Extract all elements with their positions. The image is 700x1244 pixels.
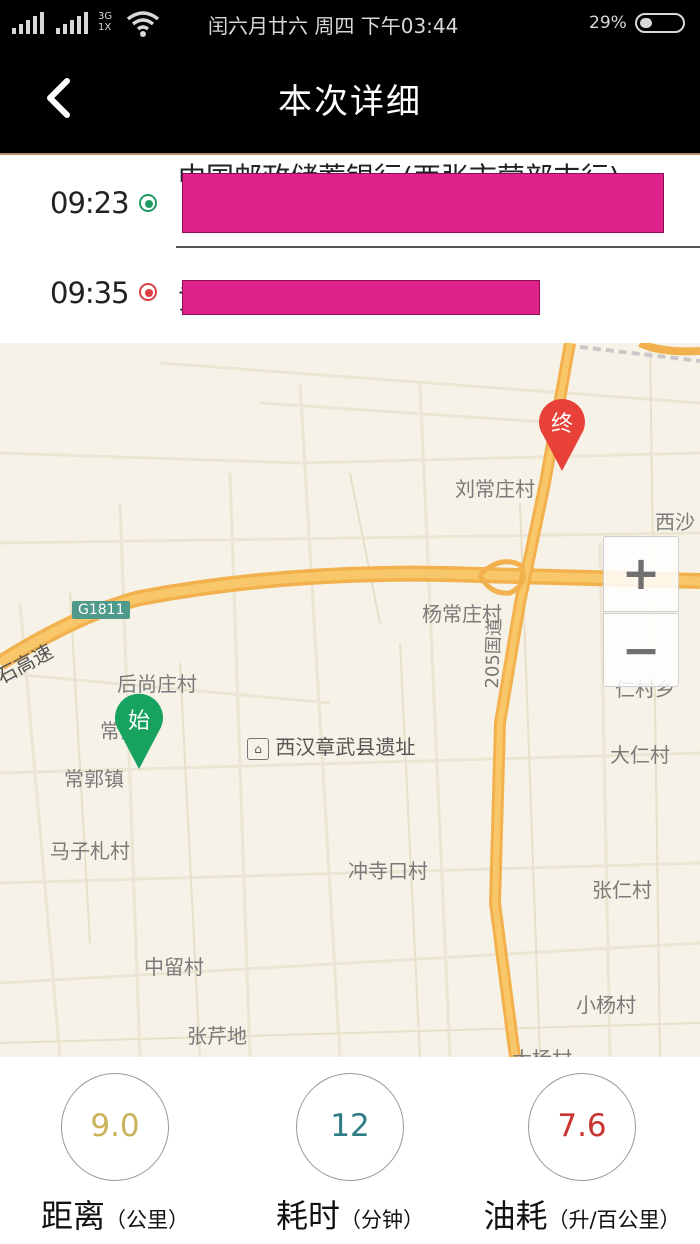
place-label: 大杨村 [512, 1043, 572, 1057]
battery-percent: 29% [589, 13, 627, 33]
row-divider [176, 246, 700, 248]
place-label: 张仁村 [592, 878, 652, 902]
end-dot-icon [139, 283, 157, 301]
minus-icon: − [621, 623, 661, 677]
place-label: 西沙 [655, 510, 695, 534]
poi-label[interactable]: ⌂ 西汉章武县遗址 [247, 731, 415, 760]
place-label: 中留村 [144, 955, 204, 979]
duration-label: 耗时（分钟） [275, 1197, 424, 1235]
redaction-block [182, 280, 540, 315]
signal-icon-secondary [56, 12, 88, 34]
status-datetime: 闰六月廿六 周四 下午03:44 [208, 14, 459, 38]
museum-icon: ⌂ [247, 737, 269, 760]
place-label: 马子札村 [50, 839, 130, 863]
end-pin-label: 终 [550, 412, 573, 437]
road-label: 205国道 [481, 617, 506, 689]
end-pin-icon[interactable]: 终 [537, 395, 587, 473]
network-type: 3G 1X [98, 11, 113, 33]
distance-value: 9.0 [90, 1108, 140, 1144]
distance-label: 距离（公里） [40, 1197, 189, 1235]
wifi-icon [126, 11, 160, 37]
stat-duration: 12 耗时（分钟） [240, 1073, 460, 1243]
place-label: 刘常庄村 [455, 477, 535, 501]
route-panel: 09:23 中国邮政储蓄银行(西张市营部支行) 09:35 黄 [0, 155, 700, 343]
route-end-row[interactable]: 09:35 黄 [0, 250, 700, 342]
start-time: 09:23 [50, 186, 130, 220]
stat-fuel: 7.6 油耗（升/百公里） [472, 1073, 692, 1243]
redaction-block [182, 173, 664, 233]
zoom-in-button[interactable]: + [603, 536, 679, 612]
battery-icon [635, 13, 685, 33]
fuel-label: 油耗（升/百公里） [483, 1197, 681, 1235]
stat-circle: 9.0 [61, 1073, 169, 1181]
highway-shield: G1811 [72, 601, 131, 619]
start-dot-icon [139, 194, 157, 212]
map-roads [0, 343, 700, 1057]
page-title: 本次详细 [278, 82, 422, 122]
trip-stats: 9.0 距离（公里） 12 耗时（分钟） 7.6 油耗（升/百公里） [0, 1057, 700, 1244]
place-label: 张芹地 [187, 1024, 247, 1048]
route-map[interactable]: 刘常庄村 西沙 杨常庄村 G1811 石高速 后尚庄村 常乡 常郭镇 ⌂ 西汉章… [0, 343, 700, 1057]
stat-circle: 12 [296, 1073, 404, 1181]
place-label: 大仁村 [610, 743, 670, 767]
place-label: 冲寺口村 [348, 859, 428, 883]
route-start-row[interactable]: 09:23 中国邮政储蓄银行(西张市营部支行) [0, 155, 700, 248]
start-pin-label: 始 [127, 709, 150, 734]
signal-icon [12, 12, 44, 34]
nav-bar: 本次详细 [0, 50, 700, 153]
zoom-out-button[interactable]: − [603, 613, 679, 687]
duration-value: 12 [330, 1108, 370, 1144]
stat-circle: 7.6 [528, 1073, 636, 1181]
start-pin-icon[interactable]: 始 [113, 691, 165, 771]
plus-icon: + [621, 546, 661, 600]
stat-distance: 9.0 距离（公里） [5, 1073, 225, 1243]
place-label: 小杨村 [576, 993, 636, 1017]
status-bar: 3G 1X 闰六月廿六 周四 下午03:44 29% [0, 0, 700, 50]
fuel-value: 7.6 [557, 1108, 607, 1144]
end-time: 09:35 [50, 276, 130, 310]
